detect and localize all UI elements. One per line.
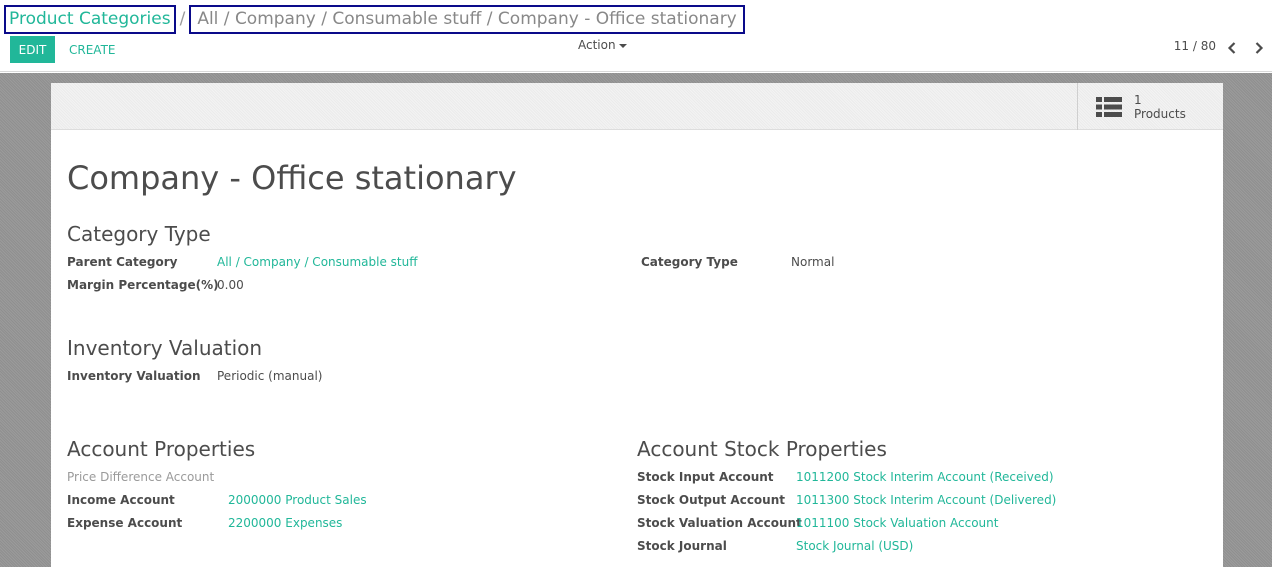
stock-output-account-label: Stock Output Account — [637, 493, 786, 507]
products-label: Products — [1134, 106, 1186, 121]
expense-account-label: Expense Account — [67, 516, 183, 530]
record-title: Company - Office stationary — [67, 159, 517, 197]
section-title-account-stock-properties: Account Stock Properties — [637, 437, 887, 461]
create-button[interactable]: CREATE — [62, 36, 123, 63]
breadcrumb-separator: / — [179, 9, 186, 29]
income-account-label: Income Account — [67, 493, 175, 507]
products-stat-text: 1 Products — [1134, 93, 1186, 121]
form-sheet: 1 Products Company - Office stationary C… — [51, 83, 1223, 567]
chevron-right-icon — [1255, 42, 1264, 54]
control-panel: Product Categories / All / Company / Con… — [0, 0, 1272, 72]
section-title-account-properties: Account Properties — [67, 437, 256, 461]
stock-input-account-link[interactable]: 1011200 Stock Interim Account (Received) — [796, 470, 1054, 484]
breadcrumb-current: All / Company / Consumable stuff / Compa… — [189, 4, 745, 34]
pager-previous-button[interactable] — [1222, 38, 1242, 58]
stock-output-account-link[interactable]: 1011300 Stock Interim Account (Delivered… — [796, 493, 1056, 507]
income-account-link[interactable]: 2000000 Product Sales — [228, 493, 367, 507]
stock-valuation-account-link[interactable]: 1011100 Stock Valuation Account — [796, 516, 998, 530]
breadcrumb: Product Categories / All / Company / Con… — [4, 4, 745, 34]
stock-journal-label: Stock Journal — [637, 539, 727, 553]
pager-next-button[interactable] — [1249, 38, 1269, 58]
list-icon — [1096, 96, 1122, 117]
expense-account-link[interactable]: 2200000 Expenses — [228, 516, 342, 530]
margin-percentage-value: 0.00 — [217, 278, 244, 292]
action-dropdown[interactable]: Action — [578, 38, 627, 52]
edit-button[interactable]: EDIT — [10, 36, 55, 63]
action-label: Action — [578, 38, 616, 52]
breadcrumb-root-link[interactable]: Product Categories — [4, 4, 176, 34]
inventory-valuation-value: Periodic (manual) — [217, 369, 323, 383]
stock-journal-link[interactable]: Stock Journal (USD) — [796, 539, 913, 553]
stock-input-account-label: Stock Input Account — [637, 470, 774, 484]
pager-value: 11 / 80 — [1173, 39, 1216, 53]
parent-category-label: Parent Category — [67, 255, 178, 269]
stock-valuation-account-label: Stock Valuation Account — [637, 516, 802, 530]
products-stat-button[interactable]: 1 Products — [1077, 83, 1223, 130]
section-title-inventory-valuation: Inventory Valuation — [67, 336, 263, 360]
caret-down-icon — [618, 44, 627, 48]
margin-percentage-label: Margin Percentage(%) — [67, 278, 219, 292]
inventory-valuation-label: Inventory Valuation — [67, 369, 201, 383]
category-type-value: Normal — [791, 255, 835, 269]
section-title-category-type: Category Type — [67, 222, 211, 246]
price-difference-account-label: Price Difference Account — [67, 470, 215, 484]
products-count: 1 — [1134, 92, 1142, 107]
button-box: 1 Products — [51, 83, 1223, 130]
chevron-left-icon — [1227, 42, 1236, 54]
parent-category-link[interactable]: All / Company / Consumable stuff — [217, 255, 418, 269]
category-type-label: Category Type — [641, 255, 738, 269]
